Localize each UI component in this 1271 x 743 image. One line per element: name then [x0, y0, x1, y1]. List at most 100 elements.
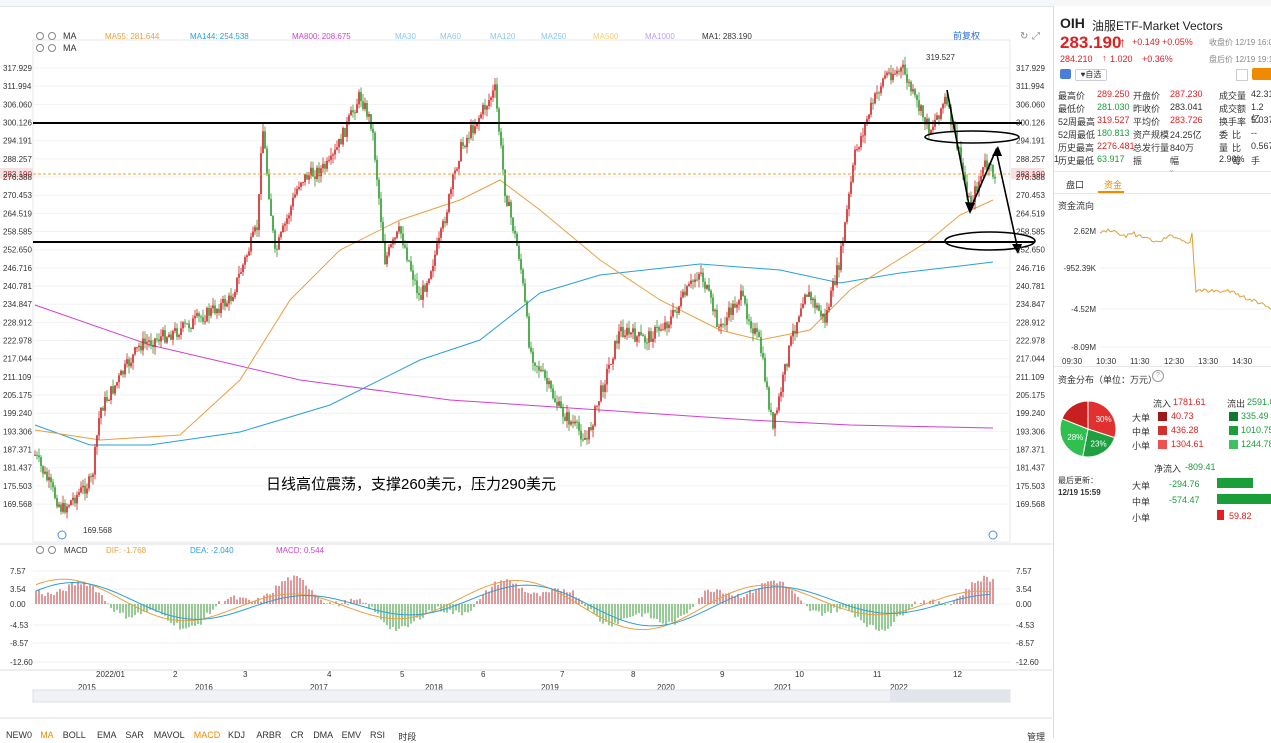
stat-label: 52周最高 [1058, 117, 1096, 127]
price-tick-left: 234.847 [3, 300, 32, 309]
indicator-ema[interactable]: EMA [97, 730, 117, 740]
candle-body [576, 421, 578, 423]
price-tick-left: 222.978 [3, 337, 32, 346]
candle-body [492, 90, 494, 98]
candle-body [332, 154, 334, 156]
candle-body [254, 227, 256, 232]
candle-body [944, 96, 946, 104]
candle-body [318, 167, 320, 177]
candle-body [258, 194, 260, 231]
price-tick-right: 300.126 [1016, 119, 1045, 128]
candle-body [764, 357, 766, 382]
collapse-icon[interactable]: ⌄ [1168, 165, 1175, 174]
indicator-mavol[interactable]: MAVOL [154, 730, 185, 740]
macd-tick-left: 3.54 [10, 585, 26, 594]
month-tick: 2022/01 [96, 670, 125, 679]
symbol: OIH [1060, 15, 1085, 31]
manage-button[interactable]: 管理 [1027, 730, 1045, 743]
candle-body [360, 92, 362, 102]
price-tick-right: 288.257 [1016, 155, 1045, 164]
indicator-emv[interactable]: EMV [342, 730, 362, 740]
candle-body [140, 345, 142, 351]
tab-order-book[interactable]: 盘口 [1066, 178, 1084, 191]
indicator-dma[interactable]: DMA [313, 730, 333, 740]
indicator-macd[interactable]: MACD [194, 730, 221, 740]
candle-body [918, 100, 920, 111]
candle-body [502, 145, 504, 170]
candle-body [388, 247, 390, 256]
indicator-kdj[interactable]: KDJ [228, 730, 245, 740]
candle-body [464, 145, 466, 148]
candle-body [834, 281, 836, 286]
trade-button[interactable] [1252, 68, 1271, 80]
macd-tick-right: 7.57 [1016, 567, 1032, 576]
candle-body [400, 226, 402, 234]
candle-body [852, 165, 854, 182]
net-row-name: 中单 [1132, 497, 1151, 507]
candle-body [118, 375, 120, 383]
candle-body [674, 309, 676, 312]
month-tick: 4 [327, 670, 332, 679]
candle-body [264, 131, 266, 149]
candle-body [146, 341, 148, 344]
candle-body [584, 437, 586, 440]
candle-body [724, 324, 726, 326]
tab-capital[interactable]: 资金 [1104, 178, 1122, 191]
alert-icon[interactable] [1236, 69, 1248, 81]
candle-body [878, 92, 880, 94]
indicator-arbr[interactable]: ARBR [256, 730, 281, 740]
candle-body [830, 290, 832, 307]
candle-body [726, 317, 728, 326]
candle-body [76, 494, 78, 504]
indicator-ma[interactable]: MA [40, 730, 54, 740]
candle-body [770, 409, 772, 413]
stat-value: 283.726 [1170, 115, 1203, 125]
last-price: 283.190 [1060, 33, 1122, 52]
indicator-cr[interactable]: CR [291, 730, 304, 740]
candle-body [42, 465, 44, 474]
candle-body [850, 181, 852, 194]
candle-body [194, 315, 196, 319]
price-change: +0.149 [1132, 37, 1160, 47]
stat-label: 量 [1219, 143, 1229, 153]
help-icon[interactable]: ? [1152, 370, 1164, 382]
candle-body [700, 272, 702, 274]
candle-body [784, 364, 786, 375]
candle-body [182, 322, 184, 329]
annotation-text: 日线高位震荡，支撑260美元，压力290美元 [266, 476, 556, 493]
indicator-new0[interactable]: NEW0 [6, 730, 32, 740]
price-tick-right: 234.847 [1016, 300, 1045, 309]
candle-body [562, 407, 564, 417]
dist-row-name: 大单 [1132, 413, 1151, 423]
candle-body [718, 326, 720, 328]
candle-body [574, 421, 576, 424]
candle-body [780, 391, 782, 397]
candle-body [732, 303, 734, 315]
candle-body [902, 64, 904, 68]
candle-body [444, 221, 446, 224]
indicator-boll[interactable]: BOLL [63, 730, 86, 740]
outflow-label: 流出 [1227, 399, 1246, 409]
candle-body [668, 324, 670, 329]
candle-body [920, 105, 922, 111]
candle-body [334, 149, 336, 155]
candle-body [34, 454, 36, 456]
watchlist-button[interactable]: ♥自选 [1075, 69, 1107, 81]
candle-body [656, 327, 658, 329]
candle-body [912, 89, 914, 92]
candle-body [172, 331, 174, 340]
stat-label: 比 [1232, 143, 1242, 153]
indicator-时段[interactable]: 时段 [398, 730, 416, 743]
candle-body [606, 368, 608, 385]
candle-body [742, 290, 744, 297]
indicator-sar[interactable]: SAR [125, 730, 144, 740]
indicator-rsi[interactable]: RSI [370, 730, 385, 740]
net-bar-in [1217, 510, 1224, 520]
candle-body [596, 405, 598, 407]
candle-body [270, 198, 272, 217]
share-icon[interactable] [1060, 69, 1071, 79]
kline-chart[interactable]: MA MA55: 281.644 MA144: 254.538 MA800: 2… [0, 6, 1052, 738]
candle-body [78, 492, 80, 495]
candle-body [776, 410, 778, 414]
price-tick-right: 240.781 [1016, 282, 1045, 291]
